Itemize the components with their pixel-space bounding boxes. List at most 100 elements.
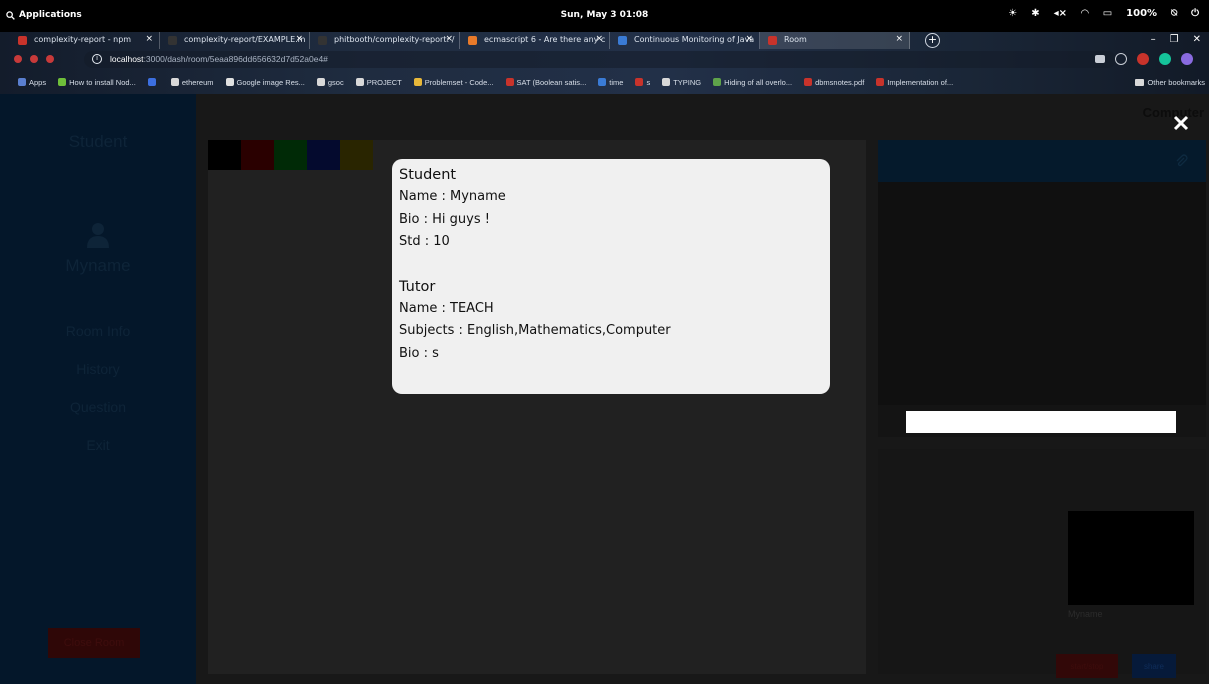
student-name: Name : Myname [399,189,506,204]
close-tab-icon[interactable]: × [745,34,753,44]
chat-input-row [878,405,1206,437]
browser-tab[interactable]: complexity-report/EXAMPLE.m × [160,32,310,49]
bookmark-icon [170,78,179,86]
browser-chrome: complexity-report - npm × complexity-repor… [0,32,1209,94]
browser-tab[interactable]: ecmascript 6 - Are there any c × [460,32,610,49]
close-tab-icon[interactable]: × [295,34,303,44]
favicon-icon [768,36,777,45]
close-tab-icon[interactable]: × [445,34,453,44]
folder-icon [1135,79,1145,86]
bookmark-item[interactable]: TYPING [662,78,701,87]
student-heading: Student [399,167,457,183]
bookmark-item[interactable]: SAT (Boolean satis... [505,77,587,87]
bookmark-label: PROJECT [366,77,402,87]
new-tab-button[interactable]: + [925,33,940,48]
minimize-icon[interactable]: – [1151,34,1156,45]
color-swatch[interactable] [241,140,274,170]
bookmark-label: How to install Nod... [69,77,136,87]
sidebar-item-history[interactable]: History [0,360,196,398]
browser-tab[interactable]: Room × [760,32,910,49]
power-icon[interactable]: ⏻ [1191,8,1199,19]
favicon-icon [168,36,177,45]
site-info-icon[interactable]: i [92,54,102,64]
bookmark-star-icon[interactable] [1115,53,1127,65]
browser-tab[interactable]: Continuous Monitoring of Java × [610,32,760,49]
extension-icons [1095,53,1193,65]
restore-icon[interactable]: ❐ [1170,34,1179,45]
color-swatch[interactable] [208,140,241,170]
sidebar-item-room-info[interactable]: Room Info [0,322,196,360]
sidebar-item-question[interactable]: Question [0,398,196,436]
tab-title: ecmascript 6 - Are there any c [484,35,606,44]
bookmark-item[interactable]: gsoc [316,78,344,87]
sidebar-item-exit[interactable]: Exit [0,436,196,474]
brightness-icon[interactable]: ☀ [1008,8,1017,19]
color-swatch[interactable] [307,140,340,170]
bookmark-item[interactable]: Problemset - Code... [413,77,494,87]
close-window-icon[interactable]: ✕ [1193,34,1201,45]
battery-icon[interactable]: ▭ [1103,8,1112,19]
address-bar[interactable]: i localhost:3000/dash/room/5eaa896dd6566… [84,51,1116,68]
favicon-icon [318,36,327,45]
start-stop-button[interactable]: start/stop [1056,654,1118,678]
video-username: Myname [1068,609,1103,619]
browser-tab[interactable]: phitbooth/complexity-report: / × [310,32,460,49]
tab-title: Continuous Monitoring of Java [634,35,755,44]
close-tab-icon[interactable]: × [145,34,153,44]
color-swatch[interactable] [340,140,373,170]
wifi-icon[interactable]: ◠ [1081,8,1089,19]
other-bookmarks[interactable]: Other bookmarks [1135,78,1205,87]
volume-icon[interactable]: ◂× [1054,8,1067,19]
back-icon[interactable] [14,55,22,63]
bookmark-icon [713,78,722,86]
bookmark-item[interactable]: How to install Nod... [58,78,136,87]
sidebar-username: Myname [65,256,131,275]
bookmark-icon [662,78,671,86]
sidebar-menu: Room Info History Question Exit [0,322,196,474]
share-button[interactable]: share [1132,654,1176,678]
bookmark-item[interactable]: s [635,78,650,87]
student-bio: Bio : Hi guys ! [399,211,490,227]
extension-red-icon[interactable] [1137,53,1149,65]
bookmark-label: dbmsnotes.pdf [815,77,865,87]
tutor-name: Name : TEACH [399,300,494,316]
bookmark-item[interactable]: PROJECT [355,77,402,87]
bookmark-item[interactable]: Hiding of all overlo... [713,78,792,87]
grammarly-icon[interactable] [1159,53,1171,65]
close-tab-icon[interactable]: × [595,34,603,44]
battery-percent: 100% [1126,8,1158,19]
close-room-button[interactable]: Close Room [48,628,140,658]
bookmark-item[interactable]: Implementation of... [876,78,953,87]
url-path: :3000/dash/room/5eaa896dd656632d7d52a0e4… [143,54,328,64]
tab-title: complexity-report - npm [34,35,132,44]
bookmark-label: Problemset - Code... [424,77,494,87]
os-top-bar: Applications Sun, May 3 01:08 ☀ ✱ ◂× ◠ ▭… [0,0,1209,32]
notifications-icon[interactable]: ⍉ [1171,8,1177,19]
camera-icon[interactable] [1095,55,1105,63]
bookmark-label: Google image Res... [236,77,305,87]
close-modal-icon[interactable] [1172,114,1190,132]
bookmark-item[interactable]: ethereum [170,78,214,87]
bookmark-item[interactable]: dbmsnotes.pdf [804,78,864,87]
accessibility-icon[interactable]: ✱ [1031,8,1039,19]
bookmark-item[interactable] [147,78,159,86]
bookmark-item[interactable]: Apps [18,78,46,87]
color-swatch[interactable] [274,140,307,170]
bookmark-icon [58,78,67,86]
tutor-heading: Tutor [399,278,436,295]
close-tab-icon[interactable]: × [895,34,903,44]
color-palette [208,140,373,170]
bookmark-item[interactable]: Google image Res... [225,77,305,87]
window-controls: – ❐ ✕ [1151,34,1201,45]
bookmark-label: Apps [29,77,47,87]
forward-icon[interactable] [30,55,38,63]
bookmark-icon [598,78,607,86]
bookmark-item[interactable]: time [598,78,623,87]
reload-icon[interactable] [46,55,54,63]
bookmark-label: Implementation of... [887,77,954,87]
bookmark-label: SAT (Boolean satis... [516,77,587,87]
chat-input[interactable] [906,411,1176,433]
profile-avatar[interactable] [1181,53,1193,65]
paperclip-icon[interactable] [1174,154,1188,168]
browser-tab[interactable]: complexity-report - npm × [10,32,160,49]
